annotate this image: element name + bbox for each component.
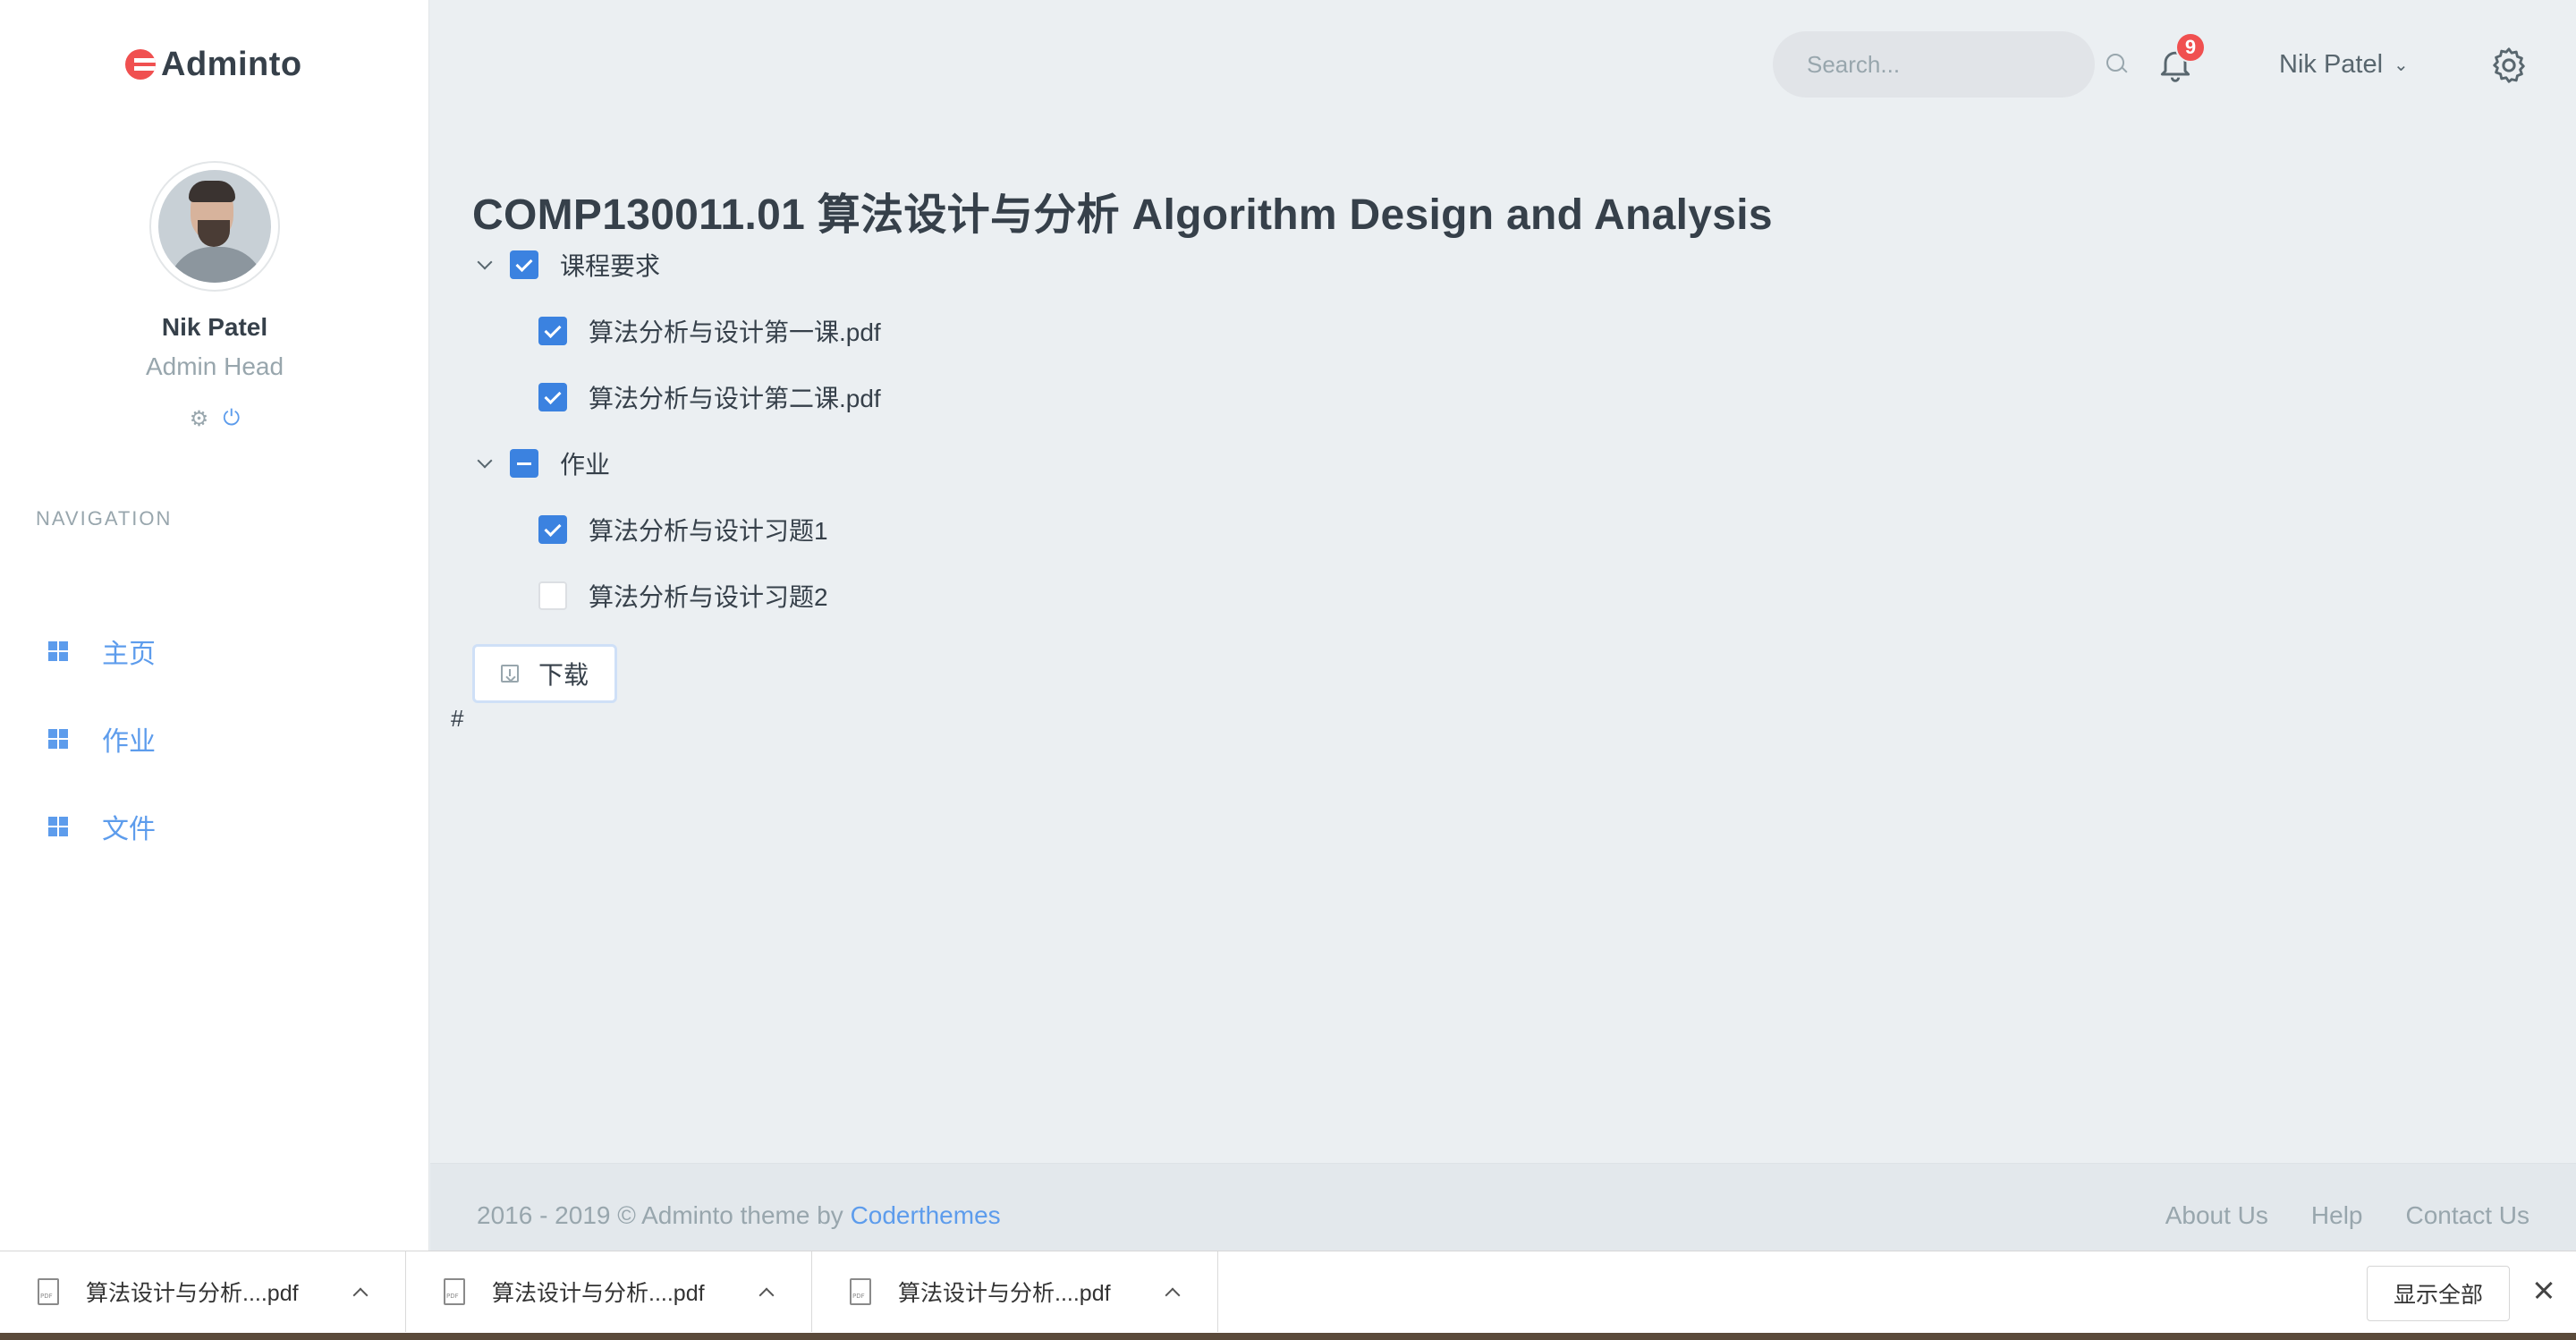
sidebar-item-homework[interactable]: 作业	[48, 721, 156, 757]
avatar[interactable]	[149, 161, 280, 292]
chevron-down-icon[interactable]	[472, 252, 497, 277]
user-actions: ⚙ ⏻	[0, 406, 429, 432]
download-icon	[500, 665, 519, 683]
tree-checkbox[interactable]	[538, 383, 567, 411]
tree-checkbox[interactable]	[538, 515, 567, 544]
chevron-up-icon[interactable]	[1164, 1283, 1182, 1301]
chevron-up-icon[interactable]	[352, 1283, 369, 1301]
tree-checkbox[interactable]	[510, 250, 538, 279]
download-item-name: 算法设计与分析....pdf	[492, 1281, 705, 1306]
tree-checkbox[interactable]	[538, 317, 567, 345]
tree-node-exercise-2[interactable]: 算法分析与设计习题2	[538, 578, 828, 614]
coderthemes-link[interactable]: Coderthemes	[851, 1201, 1001, 1229]
brand-name: Adminto	[161, 45, 302, 83]
tree-node-label: 算法分析与设计习题1	[589, 517, 828, 545]
download-item[interactable]: 算法设计与分析....pdf	[0, 1251, 406, 1332]
search-box	[1773, 31, 2124, 98]
sidebar: Adminto Nik Patel Admin Head ⚙ ⏻ NAVIGAT…	[0, 0, 429, 1251]
settings-button[interactable]	[2488, 45, 2529, 86]
tree-node-label: 算法分析与设计第一课.pdf	[589, 318, 881, 346]
download-button-label: 下载	[538, 661, 589, 689]
user-menu-label: Nik Patel	[2279, 49, 2384, 79]
user-menu[interactable]: Nik Patel ⌄	[2279, 47, 2409, 82]
chevron-up-icon[interactable]	[758, 1283, 775, 1301]
tree-checkbox[interactable]	[538, 581, 567, 610]
download-button[interactable]: 下载	[472, 644, 617, 703]
user-name[interactable]: Nik Patel	[0, 313, 429, 342]
dashboard-icon	[48, 817, 68, 836]
window-bottom-edge	[0, 1333, 2576, 1340]
chevron-down-icon[interactable]	[472, 451, 497, 476]
footer-links: About Us Help Contact Us	[2165, 1201, 2529, 1230]
gear-icon[interactable]: ⚙	[190, 406, 209, 432]
contact-us-link[interactable]: Contact Us	[2406, 1201, 2530, 1230]
sidebar-item-label: 主页	[102, 640, 156, 669]
sidebar-item-home[interactable]: 主页	[48, 633, 156, 669]
user-box: Nik Patel Admin Head ⚙ ⏻	[0, 161, 429, 432]
tree-node-exercise-1[interactable]: 算法分析与设计习题1	[538, 512, 828, 547]
close-icon[interactable]	[2531, 1278, 2556, 1303]
dashboard-icon	[48, 729, 68, 749]
download-item-name: 算法设计与分析....pdf	[898, 1281, 1111, 1306]
help-link[interactable]: Help	[2311, 1201, 2363, 1230]
pdf-file-icon	[444, 1278, 465, 1305]
sidebar-item-label: 作业	[102, 727, 156, 757]
pdf-file-icon	[38, 1278, 59, 1305]
sidebar-item-files[interactable]: 文件	[48, 809, 156, 844]
user-role: Admin Head	[145, 352, 284, 380]
notification-badge: 9	[2175, 32, 2206, 63]
download-item[interactable]: 算法设计与分析....pdf	[406, 1251, 812, 1332]
show-all-button[interactable]: 显示全部	[2367, 1266, 2510, 1321]
tree-node-file-2[interactable]: 算法分析与设计第二课.pdf	[538, 379, 881, 415]
chevron-down-icon: ⌄	[2394, 55, 2409, 75]
tree-node-label: 算法分析与设计第二课.pdf	[589, 385, 881, 412]
notifications-button[interactable]: 9	[2156, 32, 2206, 88]
nav-section-title: NAVIGATION	[36, 507, 173, 530]
download-item[interactable]: 算法设计与分析....pdf	[812, 1251, 1218, 1332]
tree-node-label: 算法分析与设计习题2	[589, 583, 828, 611]
hash-text: #	[451, 705, 464, 732]
brand-logo[interactable]: Adminto	[125, 43, 302, 86]
power-icon[interactable]: ⏻	[223, 406, 240, 432]
logo-icon	[125, 49, 156, 80]
tree-checkbox[interactable]	[510, 449, 538, 478]
tree-node-requirements[interactable]: 课程要求	[472, 247, 660, 283]
search-input[interactable]	[1807, 50, 2106, 79]
gear-icon	[2493, 47, 2525, 83]
copyright-text: 2016 - 2019 © Adminto theme by	[477, 1201, 851, 1229]
download-item-name: 算法设计与分析....pdf	[86, 1281, 299, 1306]
download-shelf: 算法设计与分析....pdf 算法设计与分析....pdf 算法设计与分析...…	[0, 1251, 2576, 1340]
tree-node-homework[interactable]: 作业	[472, 445, 610, 481]
dashboard-icon	[48, 641, 68, 661]
tree-node-label: 课程要求	[560, 252, 661, 280]
page-title: COMP130011.01 算法设计与分析 Algorithm Design a…	[472, 191, 1773, 239]
footer: 2016 - 2019 © Adminto theme by Coderthem…	[430, 1163, 2576, 1251]
about-us-link[interactable]: About Us	[2165, 1201, 2268, 1230]
tree-node-label: 作业	[560, 451, 611, 479]
pdf-file-icon	[850, 1278, 871, 1305]
footer-copyright: 2016 - 2019 © Adminto theme by Coderthem…	[477, 1201, 1001, 1230]
tree-node-file-1[interactable]: 算法分析与设计第一课.pdf	[538, 313, 881, 349]
sidebar-item-label: 文件	[102, 815, 156, 844]
